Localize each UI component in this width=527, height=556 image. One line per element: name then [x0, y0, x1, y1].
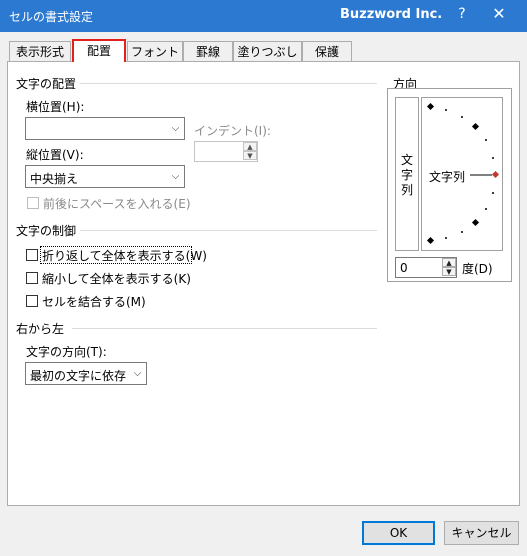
section-divider — [72, 328, 377, 329]
tab-protection[interactable]: 保護 — [302, 41, 352, 62]
distributed-checkbox[interactable] — [27, 197, 39, 209]
dial-text: 文字列 — [429, 170, 466, 184]
merge-cells-label[interactable]: セルを結合する(M) — [42, 293, 146, 310]
text-direction-select[interactable]: 最初の文字に依存 ⌵ — [25, 362, 147, 385]
title-bar: セルの書式設定 Buzzword Inc. ? ✕ — [0, 0, 527, 32]
cancel-button[interactable]: キャンセル — [444, 521, 519, 545]
chevron-down-icon[interactable]: ⌵ — [128, 363, 146, 384]
merge-cells-checkbox[interactable] — [26, 295, 38, 307]
section-divider — [80, 83, 377, 84]
dial-tick-major — [426, 236, 435, 245]
wrap-text-checkbox[interactable] — [26, 249, 38, 261]
indent-label: インデント(I): — [194, 124, 271, 138]
text-direction-value: 最初の文字に依存 — [30, 369, 127, 383]
close-button[interactable]: ✕ — [490, 4, 508, 23]
wrap-text-label[interactable]: 折り返して全体を表示する(W) — [42, 247, 207, 264]
shrink-to-fit-checkbox[interactable] — [26, 272, 38, 284]
orientation-dial[interactable]: 文字列 — [421, 97, 503, 251]
spin-up-icon[interactable]: ▲ — [243, 142, 257, 151]
shrink-to-fit-label[interactable]: 縮小して全体を表示する(K) — [42, 270, 191, 287]
spin-down-icon[interactable]: ▼ — [442, 267, 456, 276]
dial-tick-major — [426, 102, 435, 111]
degree-spinner[interactable]: 0 ▲ ▼ — [395, 257, 457, 278]
vertical-label: 縦位置(V): — [26, 148, 84, 162]
vertical-select[interactable]: 中央揃え ⌵ — [25, 165, 185, 188]
dial-tick — [461, 231, 463, 233]
dial-tick — [461, 116, 463, 118]
section-divider — [80, 230, 377, 231]
dial-tick — [485, 208, 487, 210]
section-text-control: 文字の制御 — [16, 224, 77, 238]
tab-fill[interactable]: 塗りつぶし — [233, 41, 302, 62]
indent-spinner[interactable]: ▲ ▼ — [194, 141, 258, 162]
window-title: セルの書式設定 — [9, 10, 94, 24]
dial-tick — [445, 237, 447, 239]
dial-tick — [492, 192, 494, 194]
tab-number-format[interactable]: 表示形式 — [9, 41, 71, 62]
dial-tick — [485, 139, 487, 141]
tab-border[interactable]: 罫線 — [183, 41, 233, 62]
indent-spin-buttons[interactable]: ▲ ▼ — [243, 142, 257, 161]
vertical-value: 中央揃え — [30, 172, 79, 186]
distributed-label: 前後にスペースを入れる(E) — [43, 197, 191, 211]
help-button[interactable]: ? — [454, 6, 470, 22]
tab-alignment[interactable]: 配置 — [72, 39, 126, 62]
vertical-text-button[interactable]: 文 字 列 — [395, 97, 419, 251]
dial-tick — [445, 109, 447, 111]
degree-label: 度(D) — [462, 262, 493, 276]
dial-tick — [492, 157, 494, 159]
dial-marker[interactable] — [491, 170, 500, 179]
spin-down-icon[interactable]: ▼ — [243, 151, 257, 160]
horizontal-label: 横位置(H): — [26, 100, 85, 114]
vertical-text: 文 字 列 — [400, 153, 413, 197]
ok-button[interactable]: OK — [362, 521, 435, 545]
spin-up-icon[interactable]: ▲ — [442, 258, 456, 267]
text-direction-label: 文字の方向(T): — [26, 345, 107, 359]
chevron-down-icon[interactable]: ⌵ — [166, 166, 184, 187]
company-name: Buzzword Inc. — [340, 7, 443, 22]
tab-font[interactable]: フォント — [127, 41, 183, 62]
dial-tick-major — [471, 218, 480, 227]
degree-value: 0 — [400, 261, 408, 275]
section-right-to-left: 右から左 — [16, 322, 65, 336]
section-text-alignment: 文字の配置 — [16, 77, 77, 91]
chevron-down-icon[interactable]: ⌵ — [166, 118, 184, 139]
dial-tick-major — [471, 122, 480, 131]
horizontal-select[interactable]: ⌵ — [25, 117, 185, 140]
degree-spin-buttons[interactable]: ▲ ▼ — [442, 258, 456, 277]
